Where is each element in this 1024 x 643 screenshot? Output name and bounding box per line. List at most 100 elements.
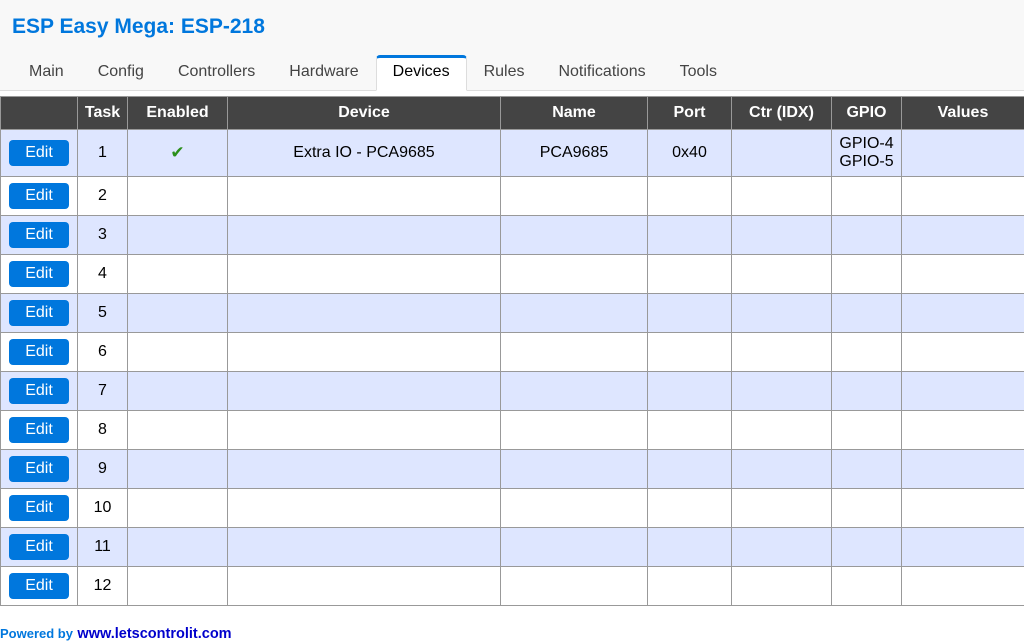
tab-notifications[interactable]: Notifications xyxy=(541,55,662,91)
gpio-cell xyxy=(831,527,902,567)
edit-button[interactable]: Edit xyxy=(9,456,69,482)
values-cell xyxy=(901,488,1024,528)
port-cell xyxy=(647,293,732,333)
gpio-cell xyxy=(831,254,902,294)
enabled-cell xyxy=(127,488,228,528)
name-cell xyxy=(500,293,648,333)
column-header-port: Port xyxy=(647,96,732,130)
ctr-idx-cell xyxy=(731,410,832,450)
name-cell xyxy=(500,566,648,606)
enabled-cell xyxy=(127,332,228,372)
tab-hardware[interactable]: Hardware xyxy=(272,55,375,91)
edit-cell: Edit xyxy=(0,566,78,606)
gpio-cell xyxy=(831,488,902,528)
edit-button[interactable]: Edit xyxy=(9,300,69,326)
edit-button[interactable]: Edit xyxy=(9,573,69,599)
gpio-cell xyxy=(831,293,902,333)
device-row: Edit 7 xyxy=(0,371,1024,411)
task-number: 6 xyxy=(77,332,128,372)
port-cell xyxy=(647,371,732,411)
device-cell xyxy=(227,566,501,606)
edit-cell: Edit xyxy=(0,449,78,489)
port-cell xyxy=(647,566,732,606)
column-header-device: Device xyxy=(227,96,501,130)
column-header-enabled: Enabled xyxy=(127,96,228,130)
edit-button[interactable]: Edit xyxy=(9,183,69,209)
device-row: Edit 3 xyxy=(0,215,1024,255)
letscontrolit-link[interactable]: www.letscontrolit.com xyxy=(77,626,231,642)
name-cell xyxy=(500,215,648,255)
task-number: 1 xyxy=(77,129,128,177)
values-cell xyxy=(901,129,1024,177)
device-row: Edit 10 xyxy=(0,488,1024,528)
device-row: Edit 12 xyxy=(0,566,1024,606)
edit-cell: Edit xyxy=(0,488,78,528)
task-number: 3 xyxy=(77,215,128,255)
enabled-cell xyxy=(127,176,228,216)
device-rows: Edit 1 ✔ Extra IO - PCA9685 PCA9685 0x40 GPIO-… xyxy=(0,129,1024,606)
values-cell xyxy=(901,176,1024,216)
enabled-cell xyxy=(127,293,228,333)
enabled-cell: ✔ xyxy=(127,129,228,177)
edit-cell: Edit xyxy=(0,129,78,177)
gpio-cell xyxy=(831,371,902,411)
edit-button[interactable]: Edit xyxy=(9,495,69,521)
edit-cell: Edit xyxy=(0,410,78,450)
ctr-idx-cell xyxy=(731,176,832,216)
values-cell xyxy=(901,254,1024,294)
column-header-name: Name xyxy=(500,96,648,130)
values-cell xyxy=(901,527,1024,567)
header-menu: ESP Easy Mega: ESP-218 Main Config Contr… xyxy=(0,0,1024,91)
ctr-idx-cell xyxy=(731,566,832,606)
edit-button[interactable]: Edit xyxy=(9,140,69,166)
enabled-cell xyxy=(127,449,228,489)
name-cell xyxy=(500,527,648,567)
check-icon: ✔ xyxy=(170,143,185,163)
task-number: 10 xyxy=(77,488,128,528)
device-cell xyxy=(227,449,501,489)
ctr-idx-cell xyxy=(731,371,832,411)
device-row: Edit 4 xyxy=(0,254,1024,294)
edit-cell: Edit xyxy=(0,371,78,411)
port-cell xyxy=(647,215,732,255)
tab-controllers[interactable]: Controllers xyxy=(161,55,272,91)
tab-config[interactable]: Config xyxy=(81,55,161,91)
port-cell xyxy=(647,527,732,567)
device-row: Edit 6 xyxy=(0,332,1024,372)
tab-tools[interactable]: Tools xyxy=(663,55,734,91)
edit-cell: Edit xyxy=(0,254,78,294)
device-cell xyxy=(227,293,501,333)
task-number: 2 xyxy=(77,176,128,216)
task-number: 12 xyxy=(77,566,128,606)
values-cell xyxy=(901,566,1024,606)
name-cell xyxy=(500,488,648,528)
device-row: Edit 2 xyxy=(0,176,1024,216)
tab-rules[interactable]: Rules xyxy=(467,55,542,91)
values-cell xyxy=(901,410,1024,450)
task-number: 7 xyxy=(77,371,128,411)
edit-button[interactable]: Edit xyxy=(9,417,69,443)
edit-button[interactable]: Edit xyxy=(9,261,69,287)
tab-main[interactable]: Main xyxy=(12,55,81,91)
gpio-cell xyxy=(831,449,902,489)
edit-button[interactable]: Edit xyxy=(9,222,69,248)
device-cell xyxy=(227,527,501,567)
enabled-cell xyxy=(127,254,228,294)
table-header-row: Task Enabled Device Name Port Ctr (IDX) … xyxy=(0,96,1024,130)
device-cell xyxy=(227,488,501,528)
column-header-values: Values xyxy=(901,96,1024,130)
task-number: 11 xyxy=(77,527,128,567)
edit-button[interactable]: Edit xyxy=(9,534,69,560)
device-row: Edit 1 ✔ Extra IO - PCA9685 PCA9685 0x40 GPIO-… xyxy=(0,129,1024,177)
ctr-idx-cell xyxy=(731,215,832,255)
gpio-pin: GPIO-4 xyxy=(839,135,894,152)
edit-button[interactable]: Edit xyxy=(9,378,69,404)
edit-button[interactable]: Edit xyxy=(9,339,69,365)
column-header-task: Task xyxy=(77,96,128,130)
port-cell xyxy=(647,488,732,528)
device-row: Edit 9 xyxy=(0,449,1024,489)
footer: Powered by www.letscontrolit.com xyxy=(0,625,232,643)
tab-devices[interactable]: Devices xyxy=(375,55,467,91)
gpio-cell xyxy=(831,215,902,255)
ctr-idx-cell xyxy=(731,488,832,528)
